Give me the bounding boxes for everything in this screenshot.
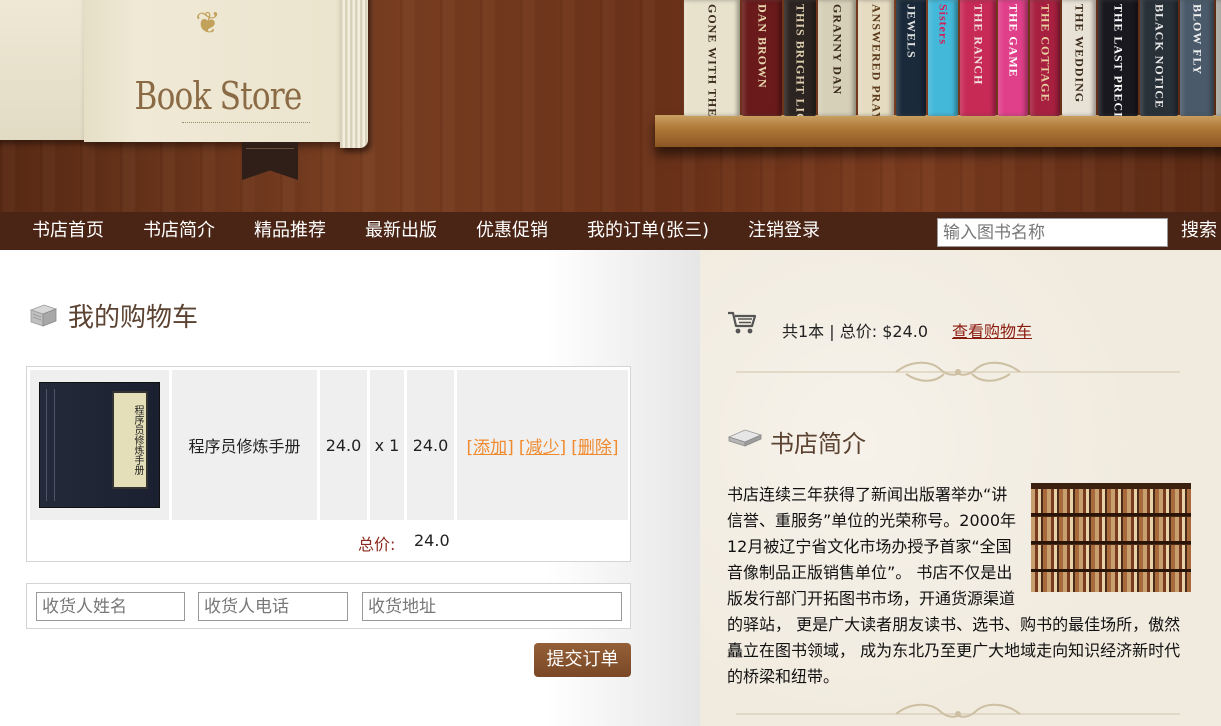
nav-item-logout[interactable]: 注销登录	[748, 212, 820, 250]
order-form	[26, 583, 631, 629]
nav-item-new-releases[interactable]: 最新出版	[365, 212, 437, 250]
add-quantity-link[interactable]: 添加	[473, 438, 507, 458]
receiver-address-input[interactable]	[362, 592, 622, 621]
cart-item-price: 24.0	[320, 370, 367, 520]
book-spine: BLOW FLY	[1180, 0, 1214, 116]
cart-item-quantity: x 1	[370, 370, 404, 520]
book-ornament-icon: ❦	[195, 6, 225, 41]
book-spine-label: DAN BROWN	[755, 4, 770, 89]
ornamental-divider-bottom	[736, 703, 1180, 718]
book-spine: ANSWERED PRAYERS	[858, 0, 894, 116]
delete-item-link[interactable]: 删除	[578, 438, 612, 458]
submit-order-button[interactable]: 提交订单	[534, 643, 631, 677]
cart-item-name: 程序员修炼手册	[172, 370, 317, 520]
nav-item-about[interactable]: 书店简介	[143, 212, 215, 250]
book-spine-label: GONE WITH THE WIND	[705, 4, 720, 116]
search-button[interactable]: 搜索	[1181, 212, 1217, 250]
receiver-name-input[interactable]	[36, 592, 185, 621]
main-content: 我的购物车 程序员修炼手册 程序员修炼手册 24.0 x 1 24.0 [添加]…	[0, 250, 700, 726]
book-spine-label: THE LAST PRECINCT	[1111, 4, 1126, 116]
book-spine: JEWELS	[896, 0, 926, 116]
sidebar: 共1本 | 总价: $24.0 查看购物车 书店简介 书店连续三年获得了新闻出版…	[700, 250, 1221, 726]
cover-title: 程序员修炼手册	[112, 391, 148, 489]
site-logo: Book Store	[134, 74, 303, 118]
book-cover-image[interactable]: 程序员修炼手册	[40, 383, 159, 507]
ornamental-divider	[736, 361, 1180, 382]
book-spine-label: GRANNY DAN	[830, 4, 845, 96]
logo-underline	[182, 122, 310, 123]
cart-item-subtotal: 24.0	[407, 370, 454, 520]
cart-summary: 共1本 | 总价: $24.0	[782, 322, 929, 341]
reduce-link-wrap: [减少]	[518, 437, 567, 458]
cart-table: 程序员修炼手册 程序员修炼手册 24.0 x 1 24.0 [添加] [减少] …	[26, 366, 631, 562]
add-link-wrap: [添加]	[466, 437, 514, 458]
view-cart-link[interactable]: 查看购物车	[952, 318, 1032, 342]
intro-title: 书店简介	[770, 430, 866, 458]
book-spine: DAN BROWN	[742, 0, 782, 116]
total-price-label: 总价:	[358, 535, 396, 554]
book-stack-icon	[29, 304, 58, 327]
book-spine: THE RANCH	[960, 0, 996, 116]
search-input[interactable]	[937, 218, 1168, 247]
book-spine-label: Sisters	[936, 4, 951, 45]
header-banner: ❦ Book Store GONE WITH THE WIND DAN BROWN…	[0, 0, 1221, 212]
book-spine-label: BLACK NOTICE	[1152, 4, 1167, 110]
book-spine: THE WEDDING	[1062, 0, 1096, 116]
receiver-phone-input[interactable]	[198, 592, 348, 621]
book-spine-label: THE WEDDING	[1072, 4, 1087, 104]
book-spine: PREY	[1216, 0, 1221, 116]
reduce-quantity-link[interactable]: 减少	[526, 438, 560, 458]
book-spine: GONE WITH THE WIND	[684, 0, 740, 116]
book-spine-label: ANSWERED PRAYERS	[869, 4, 884, 116]
book-spine: THIS BRIGHT LIGHT	[784, 0, 816, 116]
page-title: 我的购物车	[68, 303, 199, 333]
book-spine: Sisters	[928, 0, 958, 116]
book-icon	[727, 429, 763, 447]
book-spine: BLACK NOTICE	[1140, 0, 1178, 116]
nav-item-featured[interactable]: 精品推荐	[254, 212, 326, 250]
shelf-books: GONE WITH THE WIND DAN BROWN THIS BRIGHT L…	[684, 0, 1221, 116]
nav-item-promotions[interactable]: 优惠促销	[476, 212, 548, 250]
intro-text: 书店连续三年获得了新闻出版署举办“讲信誉、重服务”单位的光荣称号。2000年12…	[727, 485, 1181, 686]
bookshelf	[655, 115, 1221, 147]
book-spine: THE COTTAGE	[1030, 0, 1060, 116]
book-spine: GRANNY DAN	[818, 0, 856, 116]
cart-item-image-cell: 程序员修炼手册	[30, 370, 169, 520]
cart-item-actions: [添加] [减少] [删除]	[457, 370, 628, 520]
shopping-cart-icon	[728, 311, 757, 334]
book-spine: THE GAME	[998, 0, 1028, 116]
book-spine-label: JEWELS	[904, 4, 919, 59]
delete-link-wrap: [删除]	[571, 437, 619, 458]
book-page-edges	[340, 0, 368, 148]
book-spine-label: THE GAME	[1006, 4, 1021, 78]
book-spine-label: BLOW FLY	[1190, 4, 1205, 76]
nav-item-my-orders[interactable]: 我的订单(张三)	[587, 212, 709, 250]
book-spine: THE LAST PRECINCT	[1098, 0, 1138, 116]
bookmark-ribbon-icon	[242, 142, 298, 180]
book-spine-label: THIS BRIGHT LIGHT	[793, 4, 808, 116]
open-book-left-page	[0, 0, 90, 140]
book-spine-label: THE COTTAGE	[1038, 4, 1053, 103]
book-spine-label: THE RANCH	[971, 4, 986, 86]
nav-item-home[interactable]: 书店首页	[32, 212, 104, 250]
total-price-value: 24.0	[414, 531, 450, 550]
